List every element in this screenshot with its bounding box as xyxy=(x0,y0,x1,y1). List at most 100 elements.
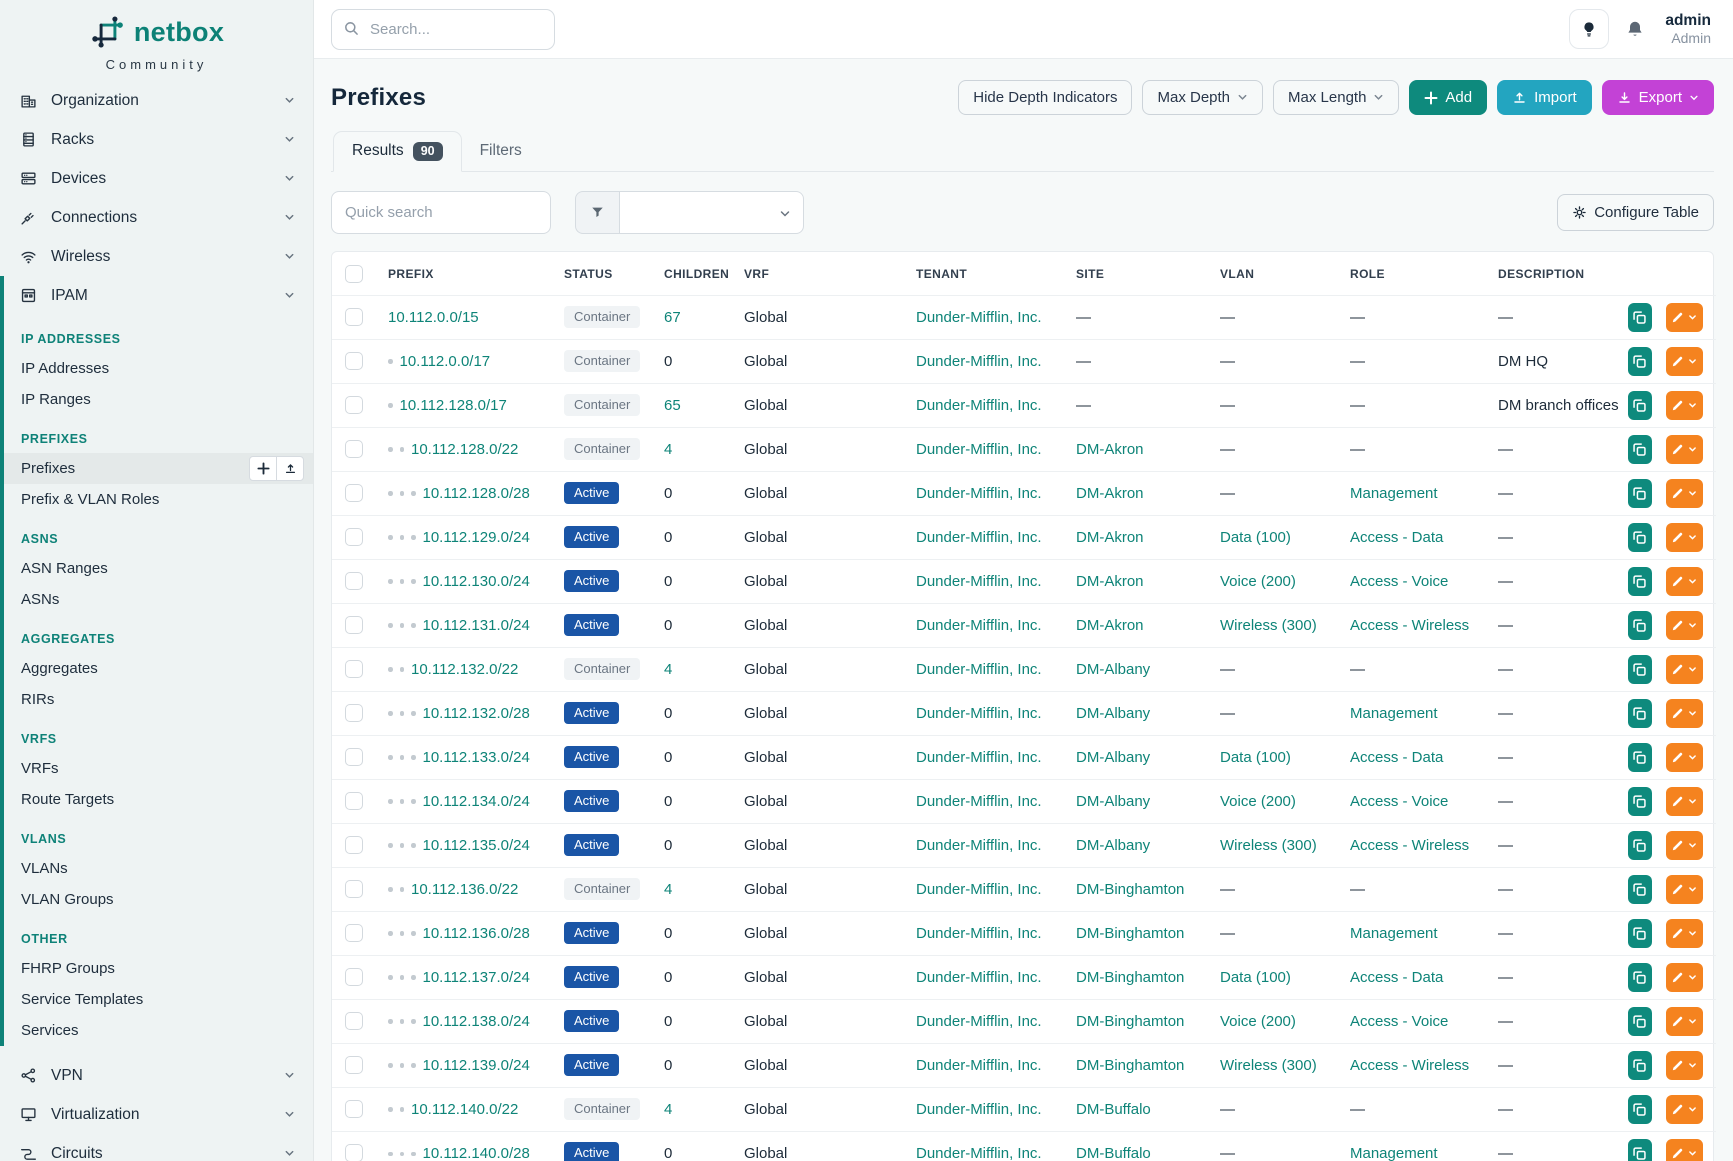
max-length-dropdown[interactable]: Max Length xyxy=(1273,80,1399,115)
select-all-checkbox[interactable] xyxy=(345,265,363,283)
tenant-link[interactable]: Dunder-Mifflin, Inc. xyxy=(916,573,1042,590)
tenant-link[interactable]: Dunder-Mifflin, Inc. xyxy=(916,1101,1042,1118)
sidebar-item-service-templates[interactable]: Service Templates xyxy=(4,984,313,1015)
site-link[interactable]: DM-Buffalo xyxy=(1076,1101,1151,1118)
sidebar-item-ip-addresses[interactable]: IP Addresses xyxy=(4,353,313,384)
tenant-link[interactable]: Dunder-Mifflin, Inc. xyxy=(916,925,1042,942)
row-checkbox[interactable] xyxy=(345,396,363,414)
site-link[interactable]: DM-Akron xyxy=(1076,617,1144,634)
tenant-link[interactable]: Dunder-Mifflin, Inc. xyxy=(916,837,1042,854)
copy-button[interactable] xyxy=(1628,1007,1652,1036)
quick-search-input[interactable] xyxy=(331,191,551,234)
add-prefix-quick-button[interactable] xyxy=(249,456,277,481)
vlan-link[interactable]: Data (100) xyxy=(1220,529,1291,546)
sidebar-item-rirs[interactable]: RIRs xyxy=(4,684,313,715)
edit-button[interactable] xyxy=(1666,875,1703,904)
site-link[interactable]: DM-Binghamton xyxy=(1076,1057,1184,1074)
add-button[interactable]: Add xyxy=(1409,80,1487,115)
copy-button[interactable] xyxy=(1628,347,1652,376)
edit-button[interactable] xyxy=(1666,567,1703,596)
edit-button[interactable] xyxy=(1666,391,1703,420)
site-link[interactable]: DM-Binghamton xyxy=(1076,969,1184,986)
sidebar-item-wireless[interactable]: Wireless xyxy=(0,237,313,276)
search-input[interactable] xyxy=(331,9,555,50)
export-button[interactable]: Export xyxy=(1602,80,1714,115)
prefix-link[interactable]: 10.112.133.0/24 xyxy=(423,749,530,766)
edit-button[interactable] xyxy=(1666,743,1703,772)
sidebar-item-vlans[interactable]: VLANs xyxy=(4,853,313,884)
sidebar-item-racks[interactable]: Racks xyxy=(0,120,313,159)
tenant-link[interactable]: Dunder-Mifflin, Inc. xyxy=(916,353,1042,370)
sidebar-item-vpn[interactable]: VPN xyxy=(0,1056,313,1095)
sidebar-item-ip-ranges[interactable]: IP Ranges xyxy=(4,384,313,415)
prefix-link[interactable]: 10.112.139.0/24 xyxy=(423,1057,530,1074)
sidebar-item-prefixes[interactable]: Prefixes xyxy=(4,453,313,484)
copy-button[interactable] xyxy=(1628,655,1652,684)
copy-button[interactable] xyxy=(1628,699,1652,728)
edit-button[interactable] xyxy=(1666,1007,1703,1036)
copy-button[interactable] xyxy=(1628,1095,1652,1124)
role-link[interactable]: Access - Wireless xyxy=(1350,1057,1469,1074)
sidebar-item-asn-ranges[interactable]: ASN Ranges xyxy=(4,553,313,584)
configure-table-button[interactable]: Configure Table xyxy=(1557,194,1714,231)
row-checkbox[interactable] xyxy=(345,352,363,370)
role-link[interactable]: Management xyxy=(1350,705,1438,722)
import-prefix-quick-button[interactable] xyxy=(276,456,304,481)
prefix-link[interactable]: 10.112.129.0/24 xyxy=(423,529,530,546)
tenant-link[interactable]: Dunder-Mifflin, Inc. xyxy=(916,529,1042,546)
edit-button[interactable] xyxy=(1666,1139,1703,1161)
vlan-link[interactable]: Wireless (300) xyxy=(1220,617,1317,634)
prefix-link[interactable]: 10.112.140.0/28 xyxy=(423,1145,530,1161)
row-checkbox[interactable] xyxy=(345,704,363,722)
copy-button[interactable] xyxy=(1628,523,1652,552)
children-link[interactable]: 4 xyxy=(664,441,672,458)
row-checkbox[interactable] xyxy=(345,836,363,854)
edit-button[interactable] xyxy=(1666,1095,1703,1124)
vlan-link[interactable]: Data (100) xyxy=(1220,969,1291,986)
sidebar-item-devices[interactable]: Devices xyxy=(0,159,313,198)
row-checkbox[interactable] xyxy=(345,484,363,502)
sidebar-item-ipam[interactable]: IPAM xyxy=(4,276,313,315)
max-depth-dropdown[interactable]: Max Depth xyxy=(1142,80,1263,115)
prefix-link[interactable]: 10.112.132.0/28 xyxy=(423,705,530,722)
site-link[interactable]: DM-Albany xyxy=(1076,793,1150,810)
prefix-link[interactable]: 10.112.0.0/17 xyxy=(400,353,491,370)
copy-button[interactable] xyxy=(1628,963,1652,992)
copy-button[interactable] xyxy=(1628,787,1652,816)
copy-button[interactable] xyxy=(1628,1051,1652,1080)
sidebar-item-vrfs[interactable]: VRFs xyxy=(4,753,313,784)
sidebar-item-aggregates[interactable]: Aggregates xyxy=(4,653,313,684)
copy-button[interactable] xyxy=(1628,435,1652,464)
prefix-link[interactable]: 10.112.132.0/22 xyxy=(411,661,518,678)
copy-button[interactable] xyxy=(1628,1139,1652,1161)
site-link[interactable]: DM-Albany xyxy=(1076,661,1150,678)
edit-button[interactable] xyxy=(1666,787,1703,816)
prefix-link[interactable]: 10.112.137.0/24 xyxy=(423,969,530,986)
row-checkbox[interactable] xyxy=(345,1056,363,1074)
copy-button[interactable] xyxy=(1628,391,1652,420)
row-checkbox[interactable] xyxy=(345,660,363,678)
role-link[interactable]: Access - Voice xyxy=(1350,573,1448,590)
sidebar-item-prefix-and-vlan-roles[interactable]: Prefix & VLAN Roles xyxy=(4,484,313,515)
tenant-link[interactable]: Dunder-Mifflin, Inc. xyxy=(916,661,1042,678)
site-link[interactable]: DM-Albany xyxy=(1076,837,1150,854)
edit-button[interactable] xyxy=(1666,479,1703,508)
copy-button[interactable] xyxy=(1628,919,1652,948)
tenant-link[interactable]: Dunder-Mifflin, Inc. xyxy=(916,969,1042,986)
tenant-link[interactable]: Dunder-Mifflin, Inc. xyxy=(916,1013,1042,1030)
role-link[interactable]: Access - Data xyxy=(1350,529,1443,546)
children-link[interactable]: 65 xyxy=(664,397,681,414)
prefix-link[interactable]: 10.112.135.0/24 xyxy=(423,837,530,854)
tenant-link[interactable]: Dunder-Mifflin, Inc. xyxy=(916,397,1042,414)
role-link[interactable]: Access - Wireless xyxy=(1350,837,1469,854)
edit-button[interactable] xyxy=(1666,611,1703,640)
sidebar-item-virtualization[interactable]: Virtualization xyxy=(0,1095,313,1134)
prefix-link[interactable]: 10.112.130.0/24 xyxy=(423,573,530,590)
prefix-link[interactable]: 10.112.134.0/24 xyxy=(423,793,530,810)
tenant-link[interactable]: Dunder-Mifflin, Inc. xyxy=(916,1145,1042,1161)
site-link[interactable]: DM-Akron xyxy=(1076,573,1144,590)
edit-button[interactable] xyxy=(1666,435,1703,464)
role-link[interactable]: Access - Data xyxy=(1350,969,1443,986)
edit-button[interactable] xyxy=(1666,655,1703,684)
prefix-link[interactable]: 10.112.0.0/15 xyxy=(388,309,479,326)
